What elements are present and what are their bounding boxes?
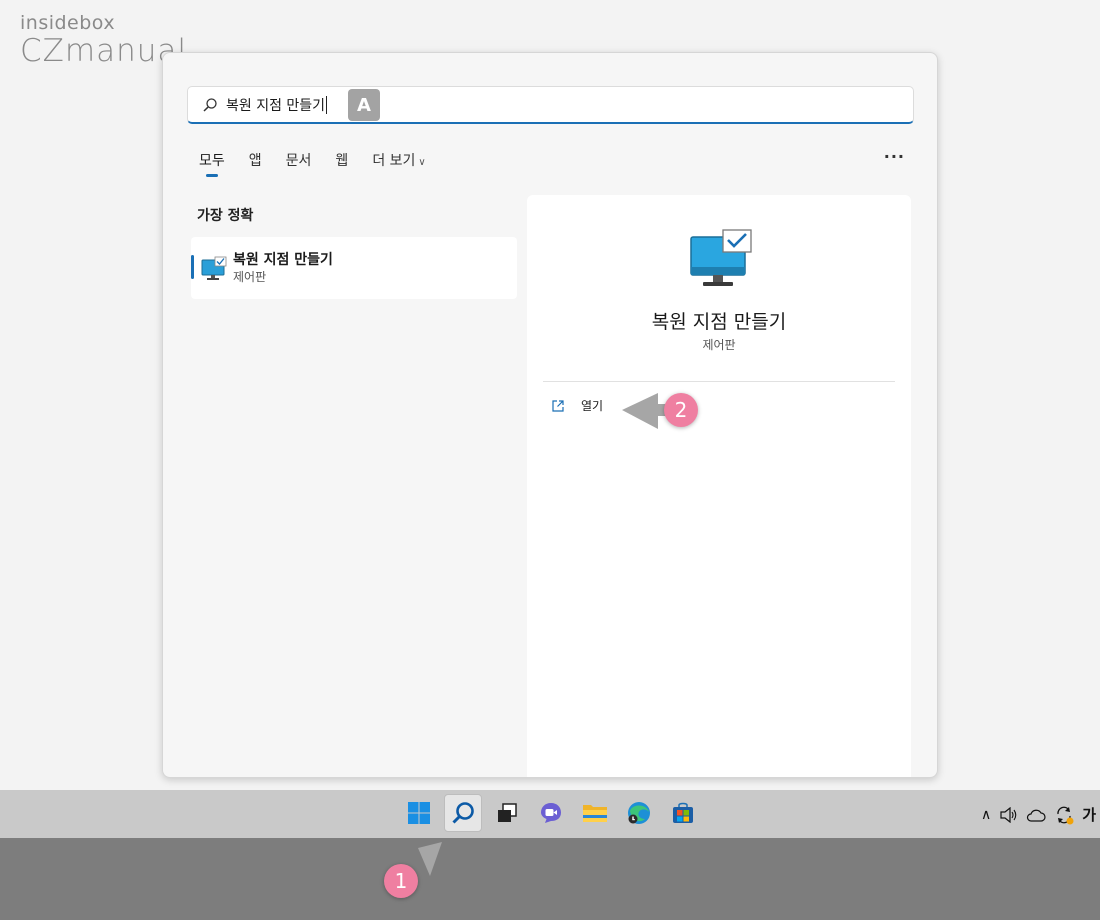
input-method-indicator[interactable]: 가 <box>1082 804 1096 825</box>
system-tray: ∧ 가 <box>981 804 1100 825</box>
system-restore-icon <box>201 256 227 280</box>
store-icon <box>673 802 693 823</box>
best-match-heading: 가장 정확 <box>197 208 254 224</box>
store-button[interactable] <box>664 794 702 832</box>
volume-icon[interactable] <box>1000 806 1018 823</box>
more-options-button[interactable]: ··· <box>884 147 905 166</box>
tab-web[interactable]: 웹 <box>335 149 348 173</box>
search-taskbar-button[interactable] <box>444 794 482 832</box>
search-panel: 복원 지점 만들기 A 모두 앱 문서 웹 더 보기 ∨ ··· 가장 정확 복원… <box>162 52 938 778</box>
detail-pane: 복원 지점 만들기 제어판 열기 <box>527 195 911 777</box>
search-input[interactable]: 복원 지점 만들기 A <box>187 86 914 124</box>
detail-title: 복원 지점 만들기 <box>651 311 787 333</box>
search-icon <box>452 802 474 824</box>
detail-divider <box>543 381 895 382</box>
annotation-marker-2: 2 <box>664 393 698 427</box>
logo-line-1: insidebox <box>20 12 116 34</box>
open-action-label: 열기 <box>581 399 604 413</box>
start-button[interactable] <box>400 794 438 832</box>
task-view-icon <box>498 803 517 822</box>
annotation-badge-a: A <box>348 89 380 121</box>
search-icon <box>203 97 217 112</box>
result-title: 복원 지점 만들기 <box>233 252 333 268</box>
cloud-icon[interactable] <box>1026 808 1046 822</box>
desktop-background <box>0 838 1100 920</box>
system-restore-large-icon <box>690 229 752 286</box>
result-subtitle: 제어판 <box>233 270 267 284</box>
taskbar: ∧ 가 <box>0 790 1100 838</box>
selection-indicator <box>191 255 194 279</box>
taskbar-apps <box>400 794 708 832</box>
best-match-result[interactable]: 복원 지점 만들기 제어판 <box>191 237 517 299</box>
chevron-up-icon[interactable]: ∧ <box>981 807 991 823</box>
chat-button[interactable] <box>532 794 570 832</box>
file-explorer-button[interactable] <box>576 794 614 832</box>
detail-subtitle: 제어판 <box>702 338 736 352</box>
tab-documents[interactable]: 문서 <box>286 149 312 173</box>
text-caret <box>326 95 328 114</box>
windows-logo-icon <box>408 802 430 824</box>
chevron-down-icon: ∨ <box>418 157 426 168</box>
search-tabs: 모두 앱 문서 웹 더 보기 ∨ <box>199 149 450 173</box>
annotation-marker-1: 1 <box>384 864 418 898</box>
tab-more-label: 더 보기 <box>372 153 416 169</box>
tab-all[interactable]: 모두 <box>199 149 225 173</box>
tab-more[interactable]: 더 보기 ∨ <box>372 149 425 173</box>
task-view-button[interactable] <box>488 794 526 832</box>
tab-apps[interactable]: 앱 <box>249 149 262 173</box>
edge-browser-button[interactable] <box>620 794 658 832</box>
search-query: 복원 지점 만들기 <box>226 97 326 114</box>
chat-icon <box>541 803 561 823</box>
open-external-icon <box>552 399 564 412</box>
open-action[interactable]: 열기 <box>551 397 603 414</box>
update-sync-icon[interactable] <box>1054 805 1074 825</box>
folder-icon <box>583 805 607 822</box>
edge-icon <box>628 802 650 824</box>
